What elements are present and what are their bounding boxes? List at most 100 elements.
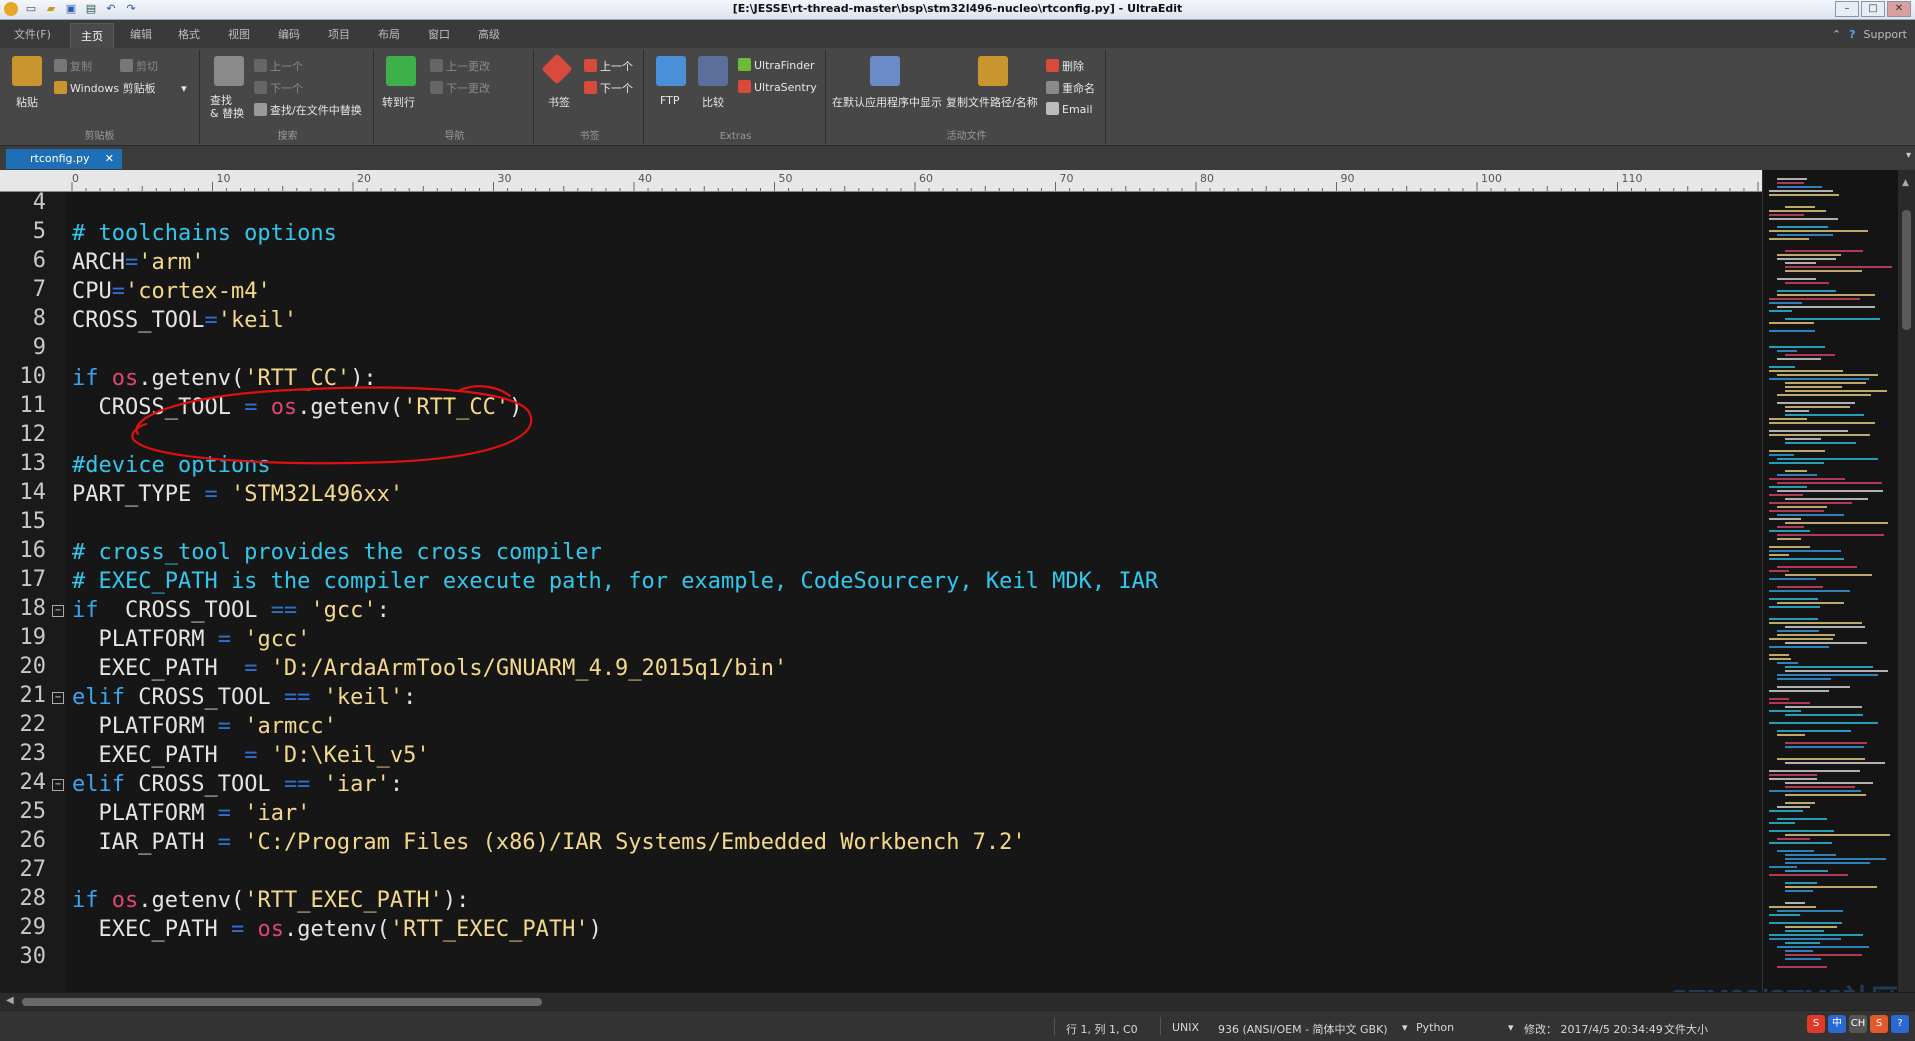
support-link[interactable]: Support [1864, 28, 1907, 41]
minimap-line [1769, 310, 1792, 312]
fold-toggle-icon[interactable]: − [52, 692, 64, 704]
help-circle-icon[interactable]: ? [1891, 1015, 1909, 1033]
minimap-line [1777, 730, 1851, 732]
windows-clipboard-select[interactable]: Windows 剪贴板 ▾ [54, 80, 187, 96]
scroll-left-icon[interactable]: ◀ [6, 995, 14, 1006]
tab-edit[interactable]: 编辑 [130, 26, 152, 42]
help-icon[interactable]: ? [1849, 28, 1855, 41]
tab-list-icon[interactable]: ▾ [1906, 150, 1911, 161]
tab-coding[interactable]: 编码 [278, 26, 300, 42]
code-line[interactable]: #device options [72, 451, 271, 480]
copy-path-button[interactable]: 复制文件路径/名称 [946, 94, 1038, 110]
goto-line-button[interactable]: 转到行 [382, 94, 415, 110]
scroll-up-icon[interactable]: ▲ [1902, 178, 1909, 188]
ultrafinder-button[interactable]: UltraFinder [738, 58, 815, 72]
find-replace-button[interactable]: 查找 & 替换 [210, 94, 244, 120]
minimize-button[interactable]: – [1835, 1, 1859, 17]
minimap-line [1777, 838, 1810, 840]
minimap-line [1777, 482, 1882, 484]
code-line[interactable]: EXEC_PATH = 'D:/ArdaArmTools/GNUARM_4.9_… [72, 654, 787, 683]
tab-home[interactable]: 主页 [70, 23, 114, 48]
tab-advanced[interactable]: 高级 [478, 26, 500, 42]
fold-toggle-icon[interactable]: − [52, 605, 64, 617]
horizontal-scroll-thumb[interactable] [22, 998, 542, 1006]
language-dropdown-icon[interactable]: ▾ [1508, 1021, 1514, 1034]
code-line[interactable]: PLATFORM = 'armcc' [72, 712, 336, 741]
tab-layout[interactable]: 布局 [378, 26, 400, 42]
find-in-files-button[interactable]: 查找/在文件中替换 [254, 102, 362, 118]
bookmark-button[interactable]: 书签 [548, 94, 570, 110]
find-next-button[interactable]: 下一个 [254, 80, 303, 96]
ultrasentry-button[interactable]: UltraSentry [738, 80, 817, 94]
rename-button[interactable]: 重命名 [1046, 80, 1095, 96]
minimap[interactable] [1762, 170, 1898, 992]
ime-mode-icon[interactable]: 中 [1828, 1015, 1846, 1033]
find-prev-button[interactable]: 上一个 [254, 58, 303, 74]
syntax-language[interactable]: Python [1416, 1021, 1454, 1034]
code-line[interactable]: PART_TYPE = 'STM32L496xx' [72, 480, 403, 509]
open-default-icon [870, 56, 900, 86]
tab-project[interactable]: 项目 [328, 26, 350, 42]
code-line[interactable]: # toolchains options [72, 219, 337, 248]
code-line[interactable]: elif CROSS_TOOL == 'iar': [72, 770, 403, 799]
code-line[interactable]: elif CROSS_TOOL == 'keil': [72, 683, 416, 712]
sogou-icon[interactable]: S [1807, 1015, 1825, 1033]
code-line[interactable]: IAR_PATH = 'C:/Program Files (x86)/IAR S… [72, 828, 1025, 857]
code-line[interactable]: EXEC_PATH = 'D:\Keil_v5' [72, 741, 429, 770]
file-tab-rtconfig[interactable]: rtconfig.py ✕ [6, 149, 122, 169]
minimap-line [1769, 570, 1789, 572]
code-line[interactable]: if os.getenv('RTT_EXEC_PATH'): [72, 886, 469, 915]
tab-window[interactable]: 窗口 [428, 26, 450, 42]
cursor-position[interactable]: 行 1, 列 1, C0 [1066, 1021, 1138, 1037]
encoding[interactable]: 936 (ANSI/OEM - 简体中文 GBK) [1218, 1021, 1388, 1037]
cut-button[interactable]: 剪切 [120, 58, 158, 74]
ultraedit-window: ▭ ▰ ▣ ▤ ↶ ↷ [E:\JESSE\rt-thread-master\b… [0, 0, 1915, 1041]
title-bar: ▭ ▰ ▣ ▤ ↶ ↷ [E:\JESSE\rt-thread-master\b… [0, 0, 1915, 20]
vertical-scroll-thumb[interactable] [1902, 210, 1911, 330]
code-line[interactable]: CROSS_TOOL = os.getenv('RTT_CC') [72, 393, 522, 422]
sogou-s-icon[interactable]: S [1870, 1015, 1888, 1033]
email-button[interactable]: Email [1046, 102, 1093, 116]
fold-toggle-icon[interactable]: − [52, 779, 64, 791]
code-editor[interactable]: 4 5 6 7 8 9 10 11 12 13 14 15 16 17 18−19 20 21−22 23 24−2… [0, 192, 1762, 992]
code-line[interactable]: # EXEC_PATH is the compiler execute path… [72, 567, 1158, 596]
language-indicator[interactable]: CH [1849, 1015, 1867, 1033]
ribbon-collapse-icon[interactable]: ⌃ [1832, 28, 1841, 41]
close-button[interactable]: ✕ [1887, 1, 1911, 17]
maximize-button[interactable]: □ [1861, 1, 1885, 17]
bookmark-next-button[interactable]: 下一个 [584, 80, 633, 96]
code-line[interactable]: EXEC_PATH = os.getenv('RTT_EXEC_PATH') [72, 915, 601, 944]
minimap-line [1785, 438, 1821, 440]
prev-change-button[interactable]: 上一更改 [430, 58, 490, 74]
code-line[interactable]: if CROSS_TOOL == 'gcc': [72, 596, 390, 625]
minimap-line [1777, 686, 1850, 688]
delete-button[interactable]: 删除 [1046, 58, 1084, 74]
minimap-line [1769, 654, 1789, 656]
close-icon[interactable]: ✕ [105, 149, 114, 169]
code-line[interactable]: ARCH='arm' [72, 248, 204, 277]
vertical-scrollbar[interactable]: ▲ [1898, 170, 1915, 992]
minimap-line [1769, 702, 1810, 704]
bookmark-prev-button[interactable]: 上一个 [584, 58, 633, 74]
next-change-button[interactable]: 下一更改 [430, 80, 490, 96]
line-ending[interactable]: UNIX [1172, 1021, 1199, 1034]
tab-file[interactable]: 文件(F) [14, 26, 51, 42]
open-default-button[interactable]: 在默认应用程序中显示 [832, 94, 942, 110]
tab-format[interactable]: 格式 [178, 26, 200, 42]
compare-button[interactable]: 比较 [702, 94, 724, 110]
code-line[interactable]: PLATFORM = 'iar' [72, 799, 310, 828]
encoding-dropdown-icon[interactable]: ▾ [1402, 1021, 1408, 1034]
minimap-line [1769, 646, 1829, 648]
paste-button[interactable]: 粘贴 [16, 94, 38, 110]
code-line[interactable]: CPU='cortex-m4' [72, 277, 271, 306]
code-line[interactable]: if os.getenv('RTT_CC'): [72, 364, 377, 393]
copy-button[interactable]: 复制 [54, 58, 92, 74]
code-line[interactable]: # cross_tool provides the cross compiler [72, 538, 602, 567]
horizontal-scrollbar[interactable]: ◀ [0, 992, 1915, 1010]
code-line[interactable]: CROSS_TOOL='keil' [72, 306, 297, 335]
code-line[interactable]: PLATFORM = 'gcc' [72, 625, 310, 654]
minimap-line [1769, 530, 1810, 532]
tab-view[interactable]: 视图 [228, 26, 250, 42]
ftp-button[interactable]: FTP [660, 94, 680, 107]
